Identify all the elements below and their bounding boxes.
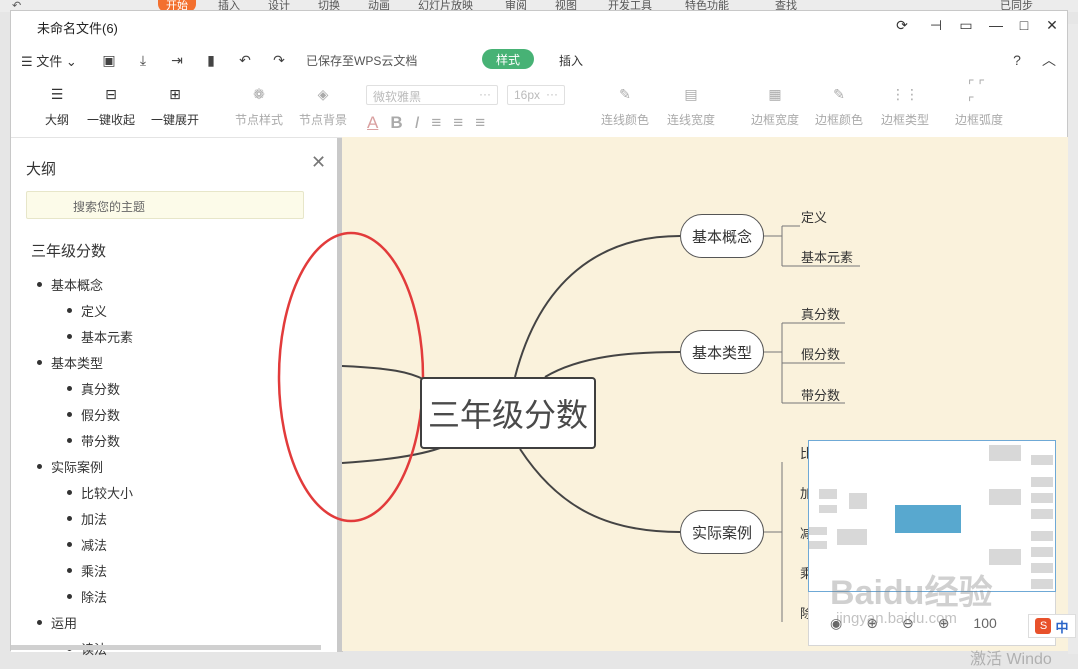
- connector-types: [544, 351, 681, 378]
- branch-node[interactable]: 基本类型: [680, 330, 764, 374]
- connector-left-lower: [341, 447, 441, 464]
- watermark-logo: Baidu经验: [830, 574, 993, 612]
- watermark-url: jingyan.baidu.com: [836, 610, 957, 627]
- red-highlight-ellipse: [277, 231, 425, 523]
- connector-left-upper: [341, 365, 426, 381]
- connector-cases: [519, 448, 681, 533]
- sogou-icon: S: [1035, 618, 1052, 634]
- activate-windows-text: 激活 Windo: [970, 651, 1052, 668]
- central-topic-node[interactable]: 三年级分数: [420, 377, 596, 449]
- leaf-bracket-cases: [763, 462, 783, 622]
- connector-concept: [514, 235, 681, 378]
- ime-language: 中: [1055, 619, 1069, 635]
- leaf-node[interactable]: 真分数: [801, 304, 840, 323]
- leaf-node[interactable]: 假分数: [801, 344, 840, 363]
- zoom-level: 100: [973, 615, 997, 631]
- branch-node[interactable]: 基本概念: [680, 214, 764, 258]
- branch-node[interactable]: 实际案例: [680, 510, 764, 554]
- leaf-node[interactable]: 带分数: [801, 385, 840, 404]
- ime-indicator[interactable]: S 中: [1028, 614, 1076, 638]
- leaf-node[interactable]: 定义: [801, 207, 827, 226]
- leaf-node[interactable]: 基本元素: [801, 247, 853, 266]
